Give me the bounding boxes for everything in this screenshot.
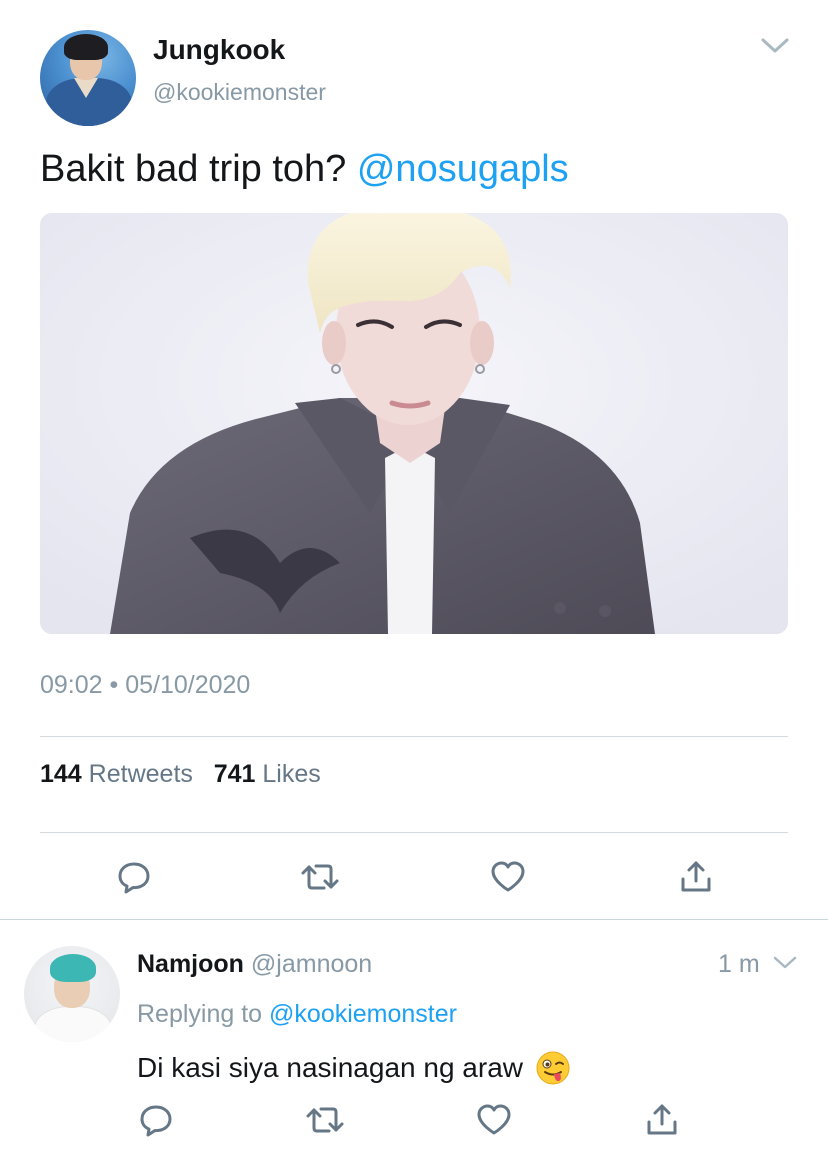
winking-face-with-tongue-icon	[535, 1050, 571, 1086]
reply-body: Di kasi siya nasinagan ng araw	[137, 1052, 523, 1083]
reply-button[interactable]	[114, 857, 154, 897]
retweet-icon	[301, 864, 339, 890]
reply-author-handle[interactable]: @jamnoon	[251, 950, 372, 978]
media-illustration	[40, 213, 788, 634]
avatar-hair	[50, 954, 96, 982]
reply-time: 1 m	[718, 950, 760, 978]
tweet-mention-link[interactable]: @nosugapls	[357, 148, 569, 190]
reply-author-avatar[interactable]	[24, 946, 120, 1042]
tweet-timestamp: 09:02 • 05/10/2020	[40, 671, 251, 699]
replying-to: Replying to @kookiemonster	[137, 1000, 457, 1029]
divider	[40, 736, 788, 737]
likes-count[interactable]: 741	[214, 760, 256, 788]
reply-reply-button[interactable]	[136, 1100, 176, 1140]
tweet-body: Bakit bad trip toh?	[40, 148, 357, 190]
like-button[interactable]	[488, 857, 528, 897]
divider	[0, 919, 828, 920]
tweet-stats: 144 Retweets 741 Likes	[40, 760, 321, 789]
reply-text: Di kasi siya nasinagan ng araw	[137, 1050, 571, 1086]
reply-author-name[interactable]: Namjoon	[137, 950, 244, 978]
reply-icon	[118, 862, 150, 894]
likes-label[interactable]: Likes	[262, 760, 320, 788]
avatar-hair	[64, 34, 108, 60]
retweet-button[interactable]	[300, 857, 340, 897]
divider	[40, 832, 788, 833]
retweet-icon	[306, 1107, 344, 1133]
reply-icon	[140, 1105, 172, 1137]
author-handle[interactable]: @kookiemonster	[153, 79, 326, 106]
tweet-text: Bakit bad trip toh? @nosugapls	[40, 148, 569, 191]
retweets-count[interactable]: 144	[40, 760, 82, 788]
share-icon	[681, 861, 711, 892]
reply-share-button[interactable]	[642, 1100, 682, 1140]
tweet-media-photo[interactable]	[40, 213, 788, 634]
author-avatar[interactable]	[40, 30, 136, 126]
heart-icon	[477, 1104, 511, 1135]
share-icon	[647, 1104, 677, 1135]
heart-icon	[491, 861, 525, 892]
replying-handle-link[interactable]: @kookiemonster	[269, 1000, 457, 1028]
avatar-shirt	[34, 1006, 112, 1042]
author-name[interactable]: Jungkook	[153, 34, 285, 66]
replying-prefix: Replying to	[137, 1000, 270, 1028]
share-button[interactable]	[676, 857, 716, 897]
reply-author[interactable]: Namjoon @jamnoon	[137, 950, 372, 979]
chevron-down-icon[interactable]	[772, 954, 798, 972]
reply-like-button[interactable]	[474, 1100, 514, 1140]
chevron-down-icon[interactable]	[758, 34, 792, 58]
retweets-label[interactable]: Retweets	[89, 760, 193, 788]
reply-retweet-button[interactable]	[305, 1100, 345, 1140]
